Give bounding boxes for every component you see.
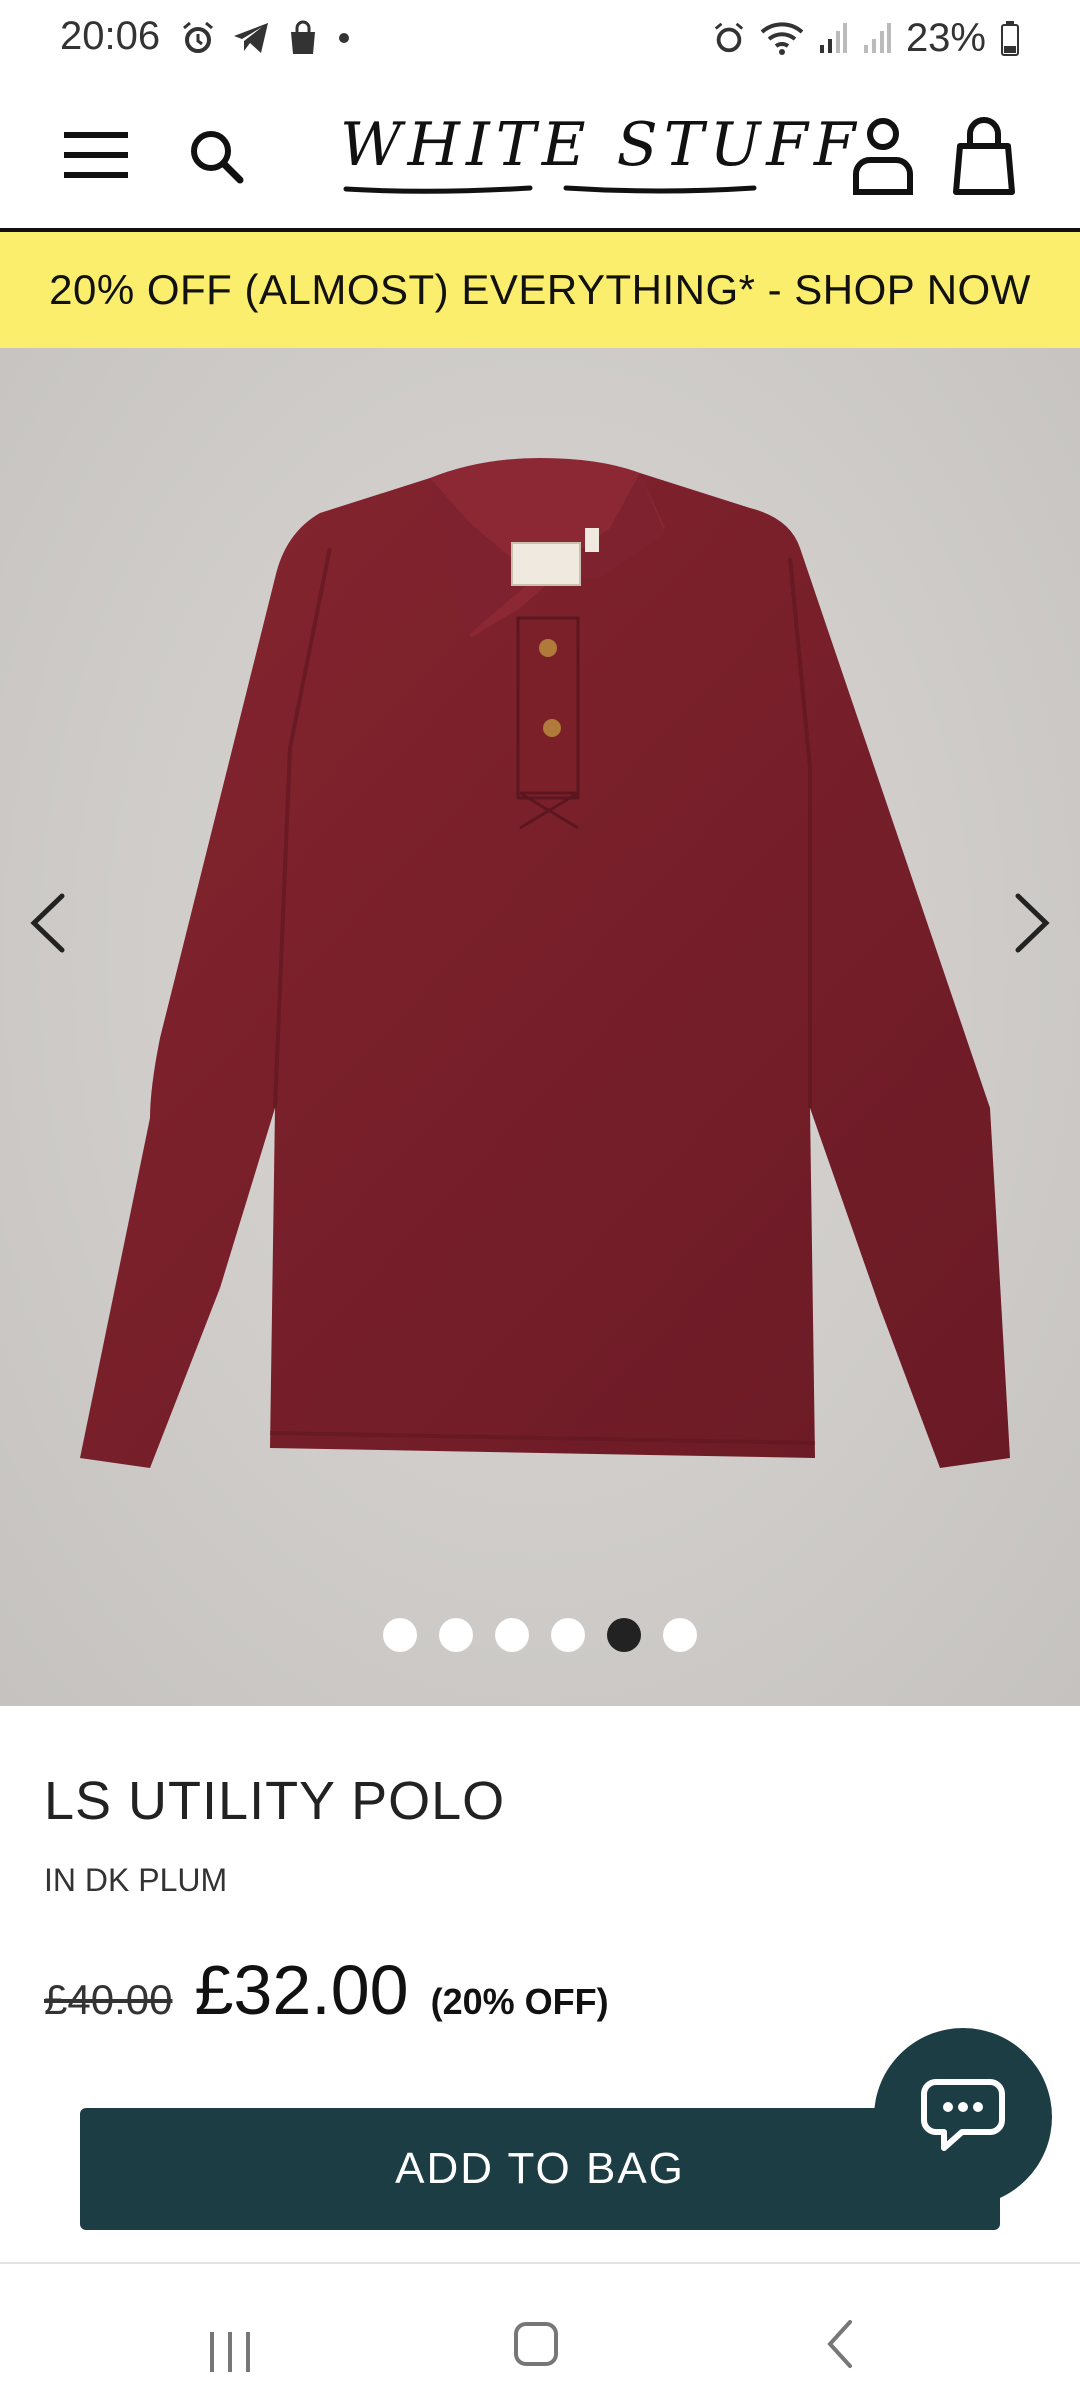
status-icons-right: 23%: [712, 14, 1020, 62]
wifi-icon: [760, 22, 804, 55]
recent-apps-icon: [210, 2332, 250, 2372]
sale-price: £32.00: [194, 1951, 409, 2029]
account-icon: [853, 118, 913, 195]
logo-underline: [343, 185, 757, 194]
status-bar: 20:06 23%: [0, 0, 1080, 78]
bag-button[interactable]: [952, 116, 1016, 196]
gallery-dot-active[interactable]: [607, 1618, 641, 1652]
product-title: LS UTILITY POLO: [44, 1771, 506, 1831]
chat-button[interactable]: [874, 2028, 1052, 2206]
product-colour: IN DK PLUM: [44, 1862, 228, 1898]
add-to-bag-label: ADD TO BAG: [395, 2144, 685, 2193]
bag-icon: [953, 117, 1015, 195]
product-image-gallery[interactable]: [0, 348, 1080, 1706]
chevron-left-icon: [30, 893, 65, 953]
shopping-bag-icon: [291, 20, 315, 54]
back-icon: [827, 2320, 852, 2368]
signal-icon: [863, 23, 891, 53]
battery-icon: [1001, 21, 1019, 56]
home-icon: [514, 2322, 558, 2366]
gallery-pagination: [0, 1618, 1080, 1658]
discount-label: (20% OFF): [430, 1981, 609, 2022]
recent-apps-button[interactable]: [206, 2330, 256, 2379]
system-navigation-bar: [0, 2264, 1080, 2400]
site-header: WHITE STUFF: [0, 78, 1080, 232]
signal-icon: [819, 23, 847, 53]
chevron-right-icon: [1015, 893, 1050, 953]
alarm-icon: [183, 21, 213, 53]
chat-icon: [921, 2079, 1005, 2151]
dot-icon: [339, 33, 349, 43]
gallery-dot[interactable]: [663, 1618, 697, 1652]
add-to-bag-button[interactable]: ADD TO BAG: [80, 2108, 1000, 2230]
account-button[interactable]: [850, 116, 916, 196]
promo-banner[interactable]: 20% OFF (ALMOST) EVERYTHING* - SHOP NOW: [0, 232, 1080, 348]
status-icons-left: [180, 18, 352, 58]
menu-button[interactable]: [64, 130, 128, 180]
original-price: £40.00: [44, 1976, 173, 2023]
search-icon: [191, 131, 244, 184]
logo-text: WHITE STUFF: [340, 110, 862, 180]
gallery-dot[interactable]: [495, 1618, 529, 1652]
home-button[interactable]: [512, 2320, 560, 2373]
promo-text: 20% OFF (ALMOST) EVERYTHING* - SHOP NOW: [49, 266, 1031, 313]
gallery-dot[interactable]: [551, 1618, 585, 1652]
menu-icon: [64, 132, 128, 178]
product-image: [80, 458, 1010, 1468]
next-image-button[interactable]: [1000, 878, 1060, 968]
search-button[interactable]: [186, 126, 246, 186]
gallery-dot[interactable]: [439, 1618, 473, 1652]
gallery-dot[interactable]: [383, 1618, 417, 1652]
brand-logo[interactable]: WHITE STUFF: [340, 110, 862, 200]
alarm-icon: [714, 22, 744, 53]
telegram-icon: [234, 23, 268, 53]
battery-percentage: 23%: [905, 15, 986, 60]
back-button[interactable]: [820, 2316, 860, 2377]
price-row: £40.00 £32.00 (20% OFF): [44, 1950, 609, 2030]
status-time: 20:06: [60, 14, 161, 58]
previous-image-button[interactable]: [20, 878, 80, 968]
